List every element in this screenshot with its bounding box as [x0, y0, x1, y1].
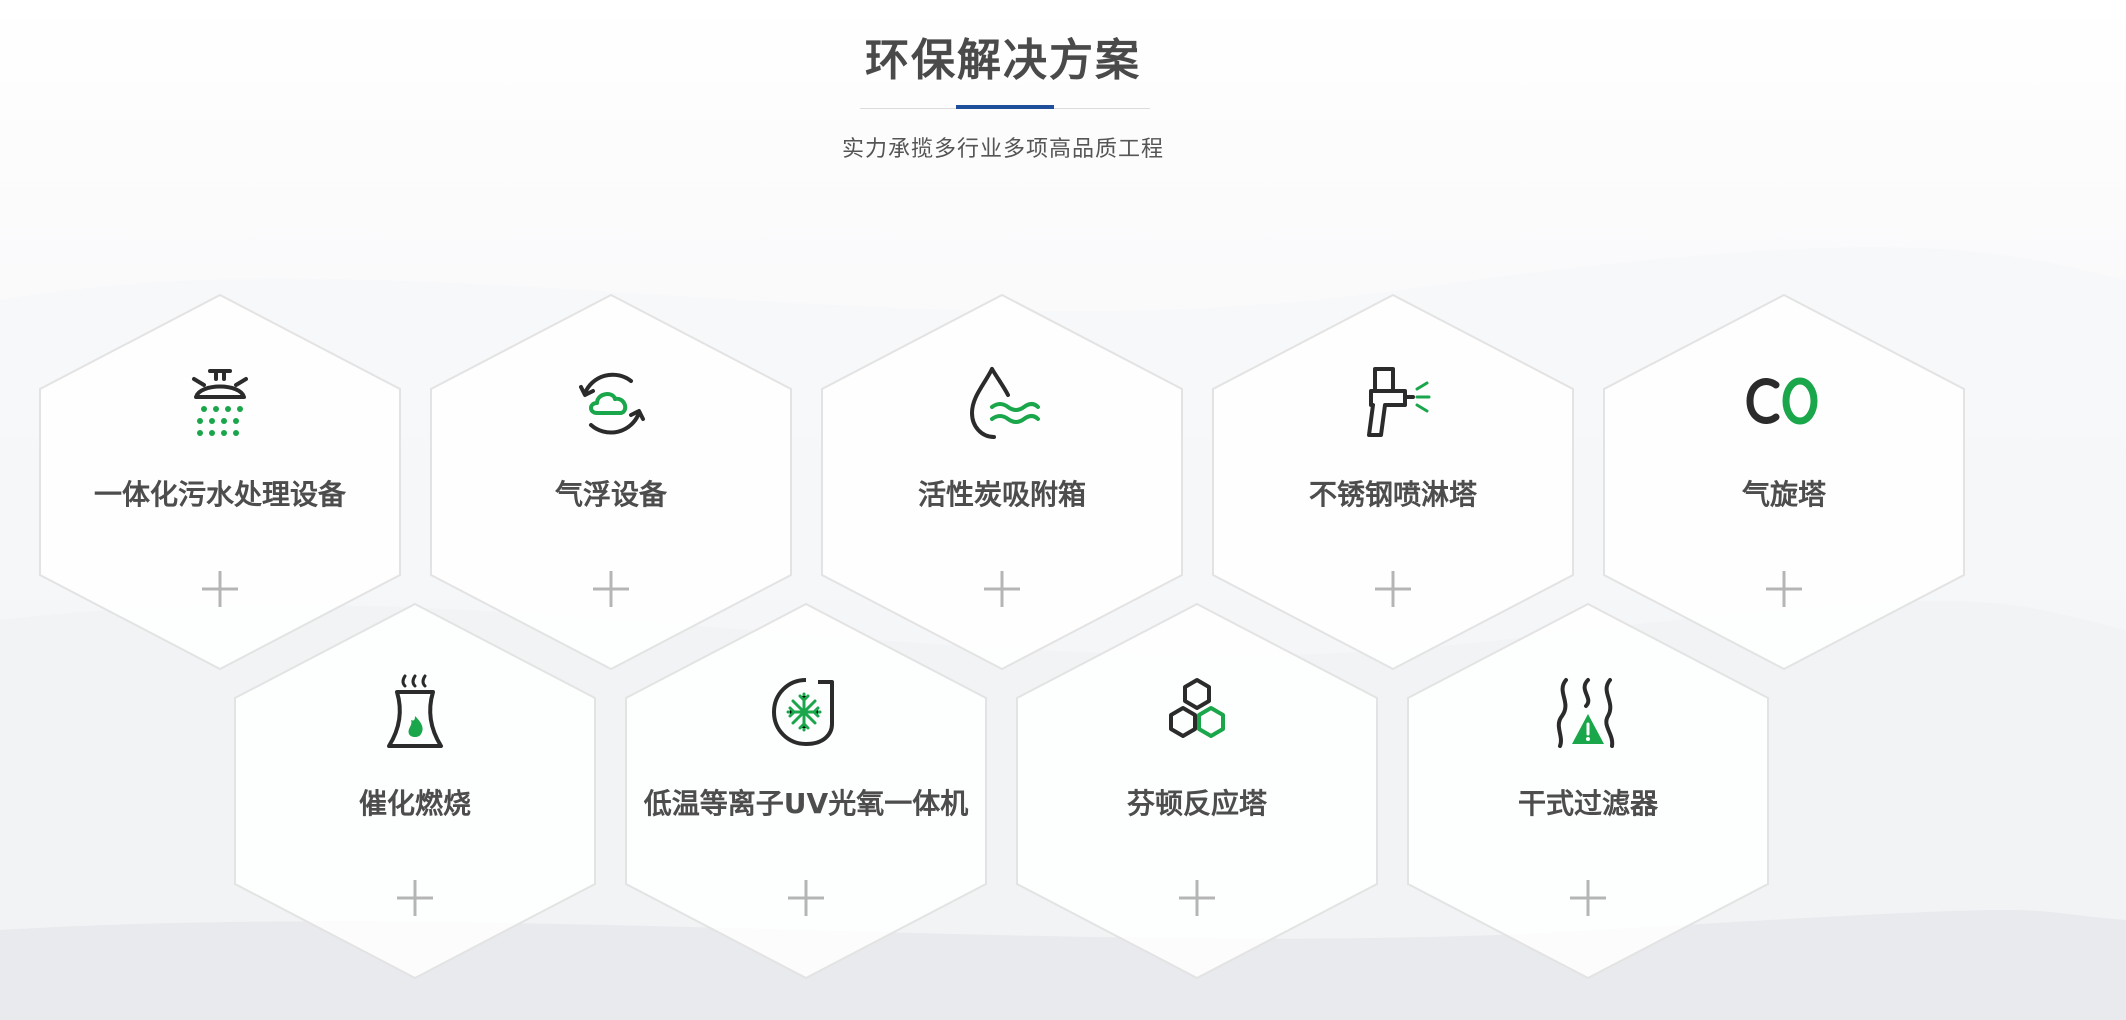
solution-label: 干式过滤器 [1517, 787, 1658, 820]
plus-icon[interactable] [395, 878, 435, 918]
co-text-icon [1746, 377, 1818, 425]
cooling-tower-flame-icon [387, 674, 443, 748]
solution-label: 气浮设备 [554, 478, 667, 511]
solution-label: 芬顿反应塔 [1126, 787, 1267, 820]
title-accent-bar [956, 105, 1054, 109]
plus-icon[interactable] [786, 878, 826, 918]
solution-label: 催化燃烧 [358, 787, 471, 820]
hexagon-molecule-icon [1169, 678, 1225, 738]
solution-label: 活性炭吸附箱 [917, 478, 1086, 511]
cloud-cycle-icon [579, 372, 645, 435]
page-title: 环保解决方案 [865, 35, 1141, 86]
shower-drops-icon [192, 369, 248, 436]
solution-label: 低温等离子UV光氧一体机 [643, 787, 969, 820]
solution-card-catalytic-combustion[interactable]: 催化燃烧 [233, 602, 597, 980]
solution-label: 一体化污水处理设备 [93, 478, 346, 511]
solution-label: 不锈钢喷淋塔 [1308, 478, 1477, 511]
solution-card-dry-filter[interactable]: 干式过滤器 [1406, 602, 1770, 980]
solution-card-plasma-uv[interactable]: 低温等离子UV光氧一体机 [624, 602, 988, 980]
steam-warning-icon [1556, 678, 1615, 748]
snowflake-fan-icon [772, 678, 834, 746]
solution-label: 气旋塔 [1741, 478, 1826, 511]
plus-icon[interactable] [1177, 878, 1217, 918]
page-subtitle: 实力承揽多行业多项高品质工程 [841, 137, 1164, 162]
plus-icon[interactable] [1764, 569, 1804, 609]
spray-gun-icon [1367, 367, 1431, 437]
plus-icon[interactable] [1568, 878, 1608, 918]
water-drop-waves-icon [969, 367, 1040, 439]
solution-card-fenton-tower[interactable]: 芬顿反应塔 [1015, 602, 1379, 980]
